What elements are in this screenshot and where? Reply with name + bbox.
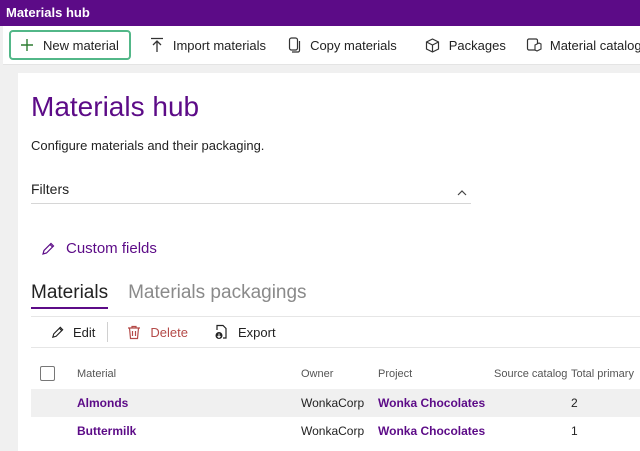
export-icon: [214, 324, 230, 340]
materials-table: Material Owner Project Source catalog To…: [31, 360, 640, 445]
pencil-icon: [40, 241, 56, 257]
total-primary-cell: 1: [571, 424, 578, 438]
column-header-material[interactable]: Material: [77, 360, 116, 388]
plus-icon: [19, 37, 35, 53]
owner-cell: WonkaCorp: [301, 424, 365, 438]
catalog-icon: [526, 37, 542, 53]
delete-label: Delete: [150, 324, 188, 340]
material-catalogs-label: Material catalogs: [549, 37, 640, 53]
edit-label: Edit: [73, 324, 96, 340]
owner-cell: WonkaCorp: [301, 396, 365, 410]
filters-section[interactable]: Filters: [31, 176, 471, 204]
column-header-source-catalog[interactable]: Source catalog: [494, 360, 567, 388]
project-link[interactable]: Wonka Chocolates: [378, 389, 485, 417]
column-header-total-primary[interactable]: Total primary: [571, 360, 634, 388]
material-name-link[interactable]: Almonds: [77, 389, 128, 417]
copy-materials-label: Copy materials: [310, 37, 397, 53]
chevron-up-icon[interactable]: [457, 180, 467, 196]
tab-materials[interactable]: Materials: [31, 282, 109, 309]
copy-materials-button[interactable]: Copy materials: [276, 30, 407, 60]
table-row[interactable]: Buttermilk WonkaCorp Wonka Chocolates 1: [31, 417, 640, 445]
page-title: Materials hub: [31, 91, 200, 122]
delete-button[interactable]: Delete: [108, 324, 196, 340]
edit-button[interactable]: Edit: [31, 324, 103, 340]
packages-button[interactable]: Packages: [415, 30, 516, 60]
box-icon: [425, 37, 441, 53]
new-material-label: New material: [43, 37, 119, 53]
project-link[interactable]: Wonka Chocolates: [378, 417, 485, 445]
column-header-owner[interactable]: Owner: [301, 360, 333, 388]
custom-fields-link[interactable]: Custom fields: [40, 240, 157, 257]
column-header-project[interactable]: Project: [378, 360, 412, 388]
filters-label: Filters: [31, 181, 70, 197]
material-name-link[interactable]: Buttermilk: [77, 417, 136, 445]
table-row[interactable]: Almonds WonkaCorp Wonka Chocolates 2: [31, 389, 640, 417]
tab-list: Materials Materials packagings: [31, 282, 327, 309]
trash-icon: [126, 324, 142, 340]
table-header: Material Owner Project Source catalog To…: [31, 360, 640, 389]
custom-fields-label: Custom fields: [66, 240, 157, 257]
upload-icon: [149, 37, 165, 53]
pencil-icon: [49, 324, 65, 340]
export-label: Export: [237, 324, 276, 340]
app-title: Materials hub: [6, 5, 90, 20]
command-bar: New material Import materials Copy mater…: [3, 26, 640, 65]
content-card: Materials hub Configure materials and th…: [18, 73, 640, 451]
select-all-checkbox[interactable]: [40, 366, 55, 381]
import-materials-button[interactable]: Import materials: [139, 30, 276, 60]
material-catalogs-button[interactable]: Material catalogs: [516, 30, 640, 60]
export-button[interactable]: Export: [196, 324, 284, 340]
tab-materials-packagings[interactable]: Materials packagings: [128, 282, 306, 309]
page-subtitle: Configure materials and their packaging.: [31, 138, 265, 153]
packages-label: Packages: [448, 37, 506, 53]
import-materials-label: Import materials: [172, 37, 267, 53]
app-title-bar: Materials hub: [0, 0, 640, 26]
total-primary-cell: 2: [571, 396, 578, 410]
grid-action-bar: Edit Delete Export: [31, 316, 640, 348]
copy-icon: [286, 37, 302, 53]
new-material-button[interactable]: New material: [9, 30, 131, 60]
